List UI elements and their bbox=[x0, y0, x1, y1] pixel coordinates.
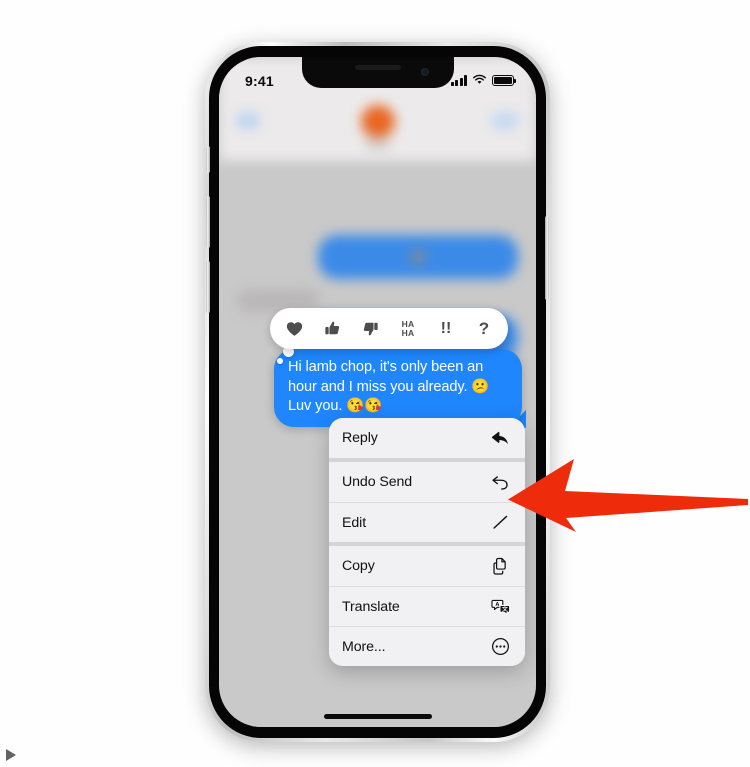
device-notch bbox=[301, 57, 454, 88]
menu-item-copy[interactable]: Copy bbox=[329, 546, 525, 586]
phone-screen: 9:41 HA HA !! ? Hi lamb chop, it's only … bbox=[219, 57, 536, 727]
screenshot-canvas: 9:41 HA HA !! ? Hi lamb chop, it's only … bbox=[0, 0, 750, 767]
thumbs-up-icon[interactable] bbox=[321, 317, 343, 341]
red-pointer-arrow bbox=[508, 455, 748, 538]
home-indicator[interactable] bbox=[323, 714, 432, 719]
menu-item-more[interactable]: More... bbox=[329, 626, 525, 666]
tapback-tail-small bbox=[277, 358, 283, 364]
translate-icon: A 文 bbox=[490, 596, 511, 617]
device-bezel: 9:41 HA HA !! ? Hi lamb chop, it's only … bbox=[206, 46, 549, 738]
menu-item-label: Translate bbox=[342, 598, 400, 615]
facetime-button[interactable] bbox=[492, 113, 518, 129]
menu-item-label: Edit bbox=[342, 514, 367, 531]
message-context-menu[interactable]: Reply Undo Send Edit Copy Translate A 文 … bbox=[329, 418, 525, 666]
battery-full-icon bbox=[492, 75, 517, 86]
menu-item-edit[interactable]: Edit bbox=[329, 502, 525, 542]
iphone-device: 9:41 HA HA !! ? Hi lamb chop, it's only … bbox=[205, 42, 550, 742]
menu-item-label: More... bbox=[342, 638, 386, 655]
thumbs-down-icon[interactable] bbox=[359, 317, 381, 341]
reply-arrow-icon bbox=[490, 428, 511, 449]
haha-icon[interactable]: HA HA bbox=[397, 317, 419, 341]
haha-line-2: HA bbox=[401, 327, 415, 338]
play-triangle-icon[interactable] bbox=[6, 749, 16, 761]
cellular-bars-icon bbox=[450, 75, 467, 86]
message-bubble-outgoing bbox=[318, 235, 518, 279]
menu-group-reply: Reply bbox=[329, 418, 525, 458]
copy-pages-icon bbox=[490, 556, 511, 577]
power-button[interactable] bbox=[545, 216, 549, 300]
front-camera-icon bbox=[420, 68, 429, 76]
focused-message-bubble[interactable]: Hi lamb chop, it's only been an hour and… bbox=[274, 349, 522, 427]
wifi-icon bbox=[472, 72, 487, 90]
back-button[interactable] bbox=[237, 113, 259, 129]
question-mark-icon[interactable]: ? bbox=[473, 317, 495, 341]
menu-item-label: Copy bbox=[342, 558, 375, 574]
menu-item-undo-send[interactable]: Undo Send bbox=[329, 462, 525, 502]
menu-item-translate[interactable]: Translate A 文 bbox=[329, 586, 525, 626]
menu-group-actions: Copy Translate A 文 More... bbox=[329, 542, 525, 666]
contact-avatar bbox=[360, 105, 395, 139]
mute-switch-button[interactable] bbox=[206, 146, 210, 173]
ellipsis-circle-icon bbox=[490, 636, 511, 657]
status-time: 9:41 bbox=[245, 72, 274, 89]
svg-text:文: 文 bbox=[502, 604, 508, 612]
volume-up-button[interactable] bbox=[206, 196, 210, 248]
earpiece-speaker bbox=[354, 65, 401, 70]
contact-name-label bbox=[364, 141, 391, 148]
menu-item-label: Undo Send bbox=[342, 474, 413, 490]
heart-icon[interactable] bbox=[283, 317, 305, 341]
volume-down-button[interactable] bbox=[206, 261, 210, 313]
menu-group-edit: Undo Send Edit bbox=[329, 458, 525, 542]
exclamation-icon[interactable]: !! bbox=[435, 317, 457, 341]
menu-item-label: Reply bbox=[342, 430, 378, 446]
status-icons bbox=[450, 72, 517, 90]
menu-item-reply[interactable]: Reply bbox=[329, 418, 525, 458]
tapback-reaction-bar[interactable]: HA HA !! ? bbox=[270, 308, 508, 349]
